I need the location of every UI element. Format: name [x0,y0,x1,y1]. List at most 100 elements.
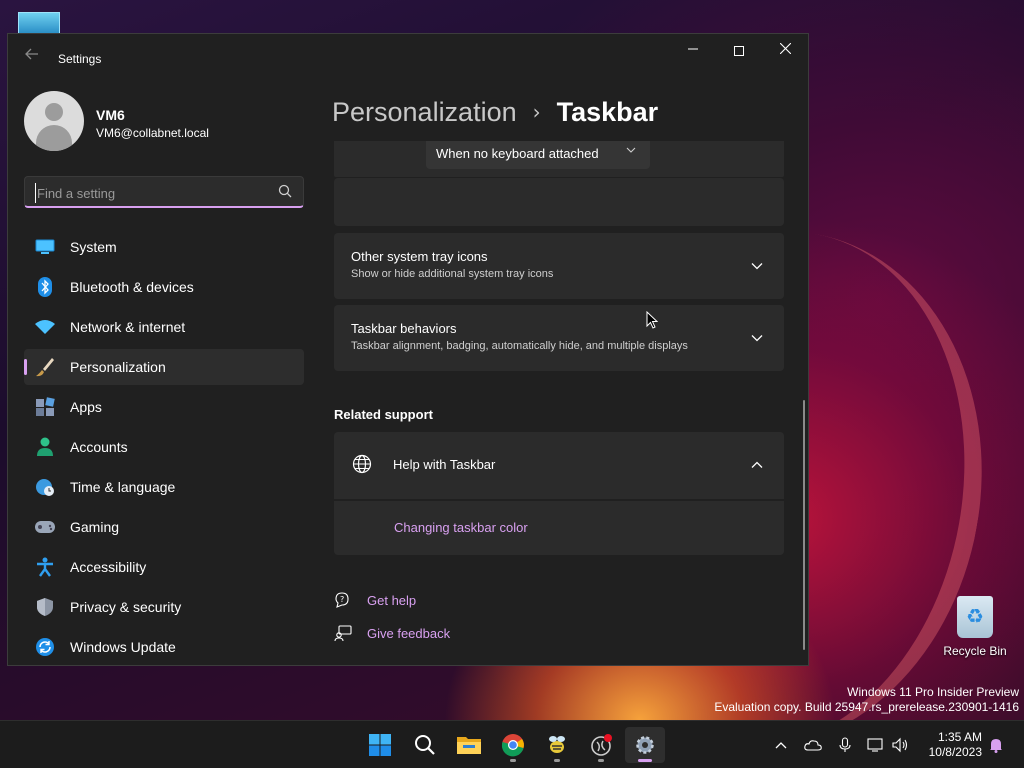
folder-icon [457,737,481,754]
taskbar-behaviors-card[interactable]: Taskbar behaviors Taskbar alignment, bad… [334,305,784,371]
sidebar-item-label: Gaming [70,519,120,535]
shield-icon [34,596,56,618]
search-icon [415,735,435,755]
maximize-icon [734,45,744,56]
taskbar-file-explorer[interactable] [449,727,489,763]
help-title: Help with Taskbar [393,457,496,472]
accessibility-icon [34,556,56,578]
sidebar-item-bluetooth[interactable]: Bluetooth & devices [24,269,304,305]
title-bar[interactable]: Settings [8,34,808,74]
network-icon [867,738,883,752]
other-tray-icons-card[interactable]: Other system tray icons Show or hide add… [334,233,784,299]
chevron-up-icon [775,742,787,749]
network-tray[interactable] [866,735,886,755]
speaker-icon [892,737,908,753]
keyboard-setting-card: When no keyboard attached [334,141,784,177]
microphone-tray[interactable] [835,735,855,755]
chevron-down-icon[interactable] [750,331,764,345]
brush-icon [34,356,56,378]
sidebar-item-label: Bluetooth & devices [70,279,194,295]
recycle-bin-icon[interactable] [957,596,993,638]
profile-name: VM6 [96,107,125,123]
sidebar-item-label: Windows Update [70,639,176,655]
taskbar-start-button[interactable] [360,727,400,763]
get-help-icon: ? [335,592,349,608]
keyboard-attached-dropdown[interactable]: When no keyboard attached [426,141,650,169]
back-button[interactable] [22,48,42,64]
search-icon[interactable] [277,183,293,199]
feedback-icon [334,625,352,642]
taskbar-app-circle[interactable] [581,727,621,763]
maximize-button[interactable] [716,34,762,68]
sidebar-item-gaming[interactable]: Gaming [24,509,304,545]
gear-icon [636,736,654,754]
taskbar-chrome[interactable] [493,727,533,763]
get-help-link[interactable]: ? Get help [334,589,416,611]
minimize-button[interactable] [670,34,716,68]
show-hidden-icons-button[interactable] [771,735,791,755]
chrome-icon [501,734,524,757]
changing-taskbar-color-link[interactable]: Changing taskbar color [394,520,528,535]
breadcrumb-parent[interactable]: Personalization [332,97,517,128]
settings-content: When no keyboard attached Other system t… [334,141,784,665]
dropdown-value: When no keyboard attached [436,145,599,161]
chevron-down-icon[interactable] [750,259,764,273]
bell-icon [990,739,1002,753]
close-icon [779,42,791,55]
close-button[interactable] [762,34,808,68]
update-icon [34,636,56,658]
sidebar-item-label: System [70,239,117,255]
sidebar-item-label: Personalization [70,359,166,375]
sidebar-item-accessibility[interactable]: Accessibility [24,549,304,585]
give-feedback-link[interactable]: Give feedback [334,622,450,644]
card-description: Show or hide additional system tray icon… [351,268,554,280]
breadcrumb: Personalization › Taskbar [332,92,658,132]
sidebar-item-label: Privacy & security [70,599,182,615]
sidebar-item-apps[interactable]: Apps [24,389,304,425]
card-description: Taskbar alignment, badging, automaticall… [351,340,688,352]
search-box[interactable] [24,176,304,208]
volume-tray[interactable] [891,735,911,755]
avatar[interactable] [24,91,84,151]
sidebar-item-time-language[interactable]: Time & language [24,469,304,505]
taskbar-search-button[interactable] [405,727,445,763]
watermark-build: Evaluation copy. Build 25947.rs_prerelea… [714,700,1019,714]
clock-time: 1:35 AM [937,730,982,744]
profile-email: VM6@collabnet.local [96,126,209,140]
watermark-edition: Windows 11 Pro Insider Preview [847,685,1019,699]
desktop-shortcut-icon[interactable] [18,12,60,34]
onedrive-tray[interactable] [803,735,823,755]
sidebar-item-label: Accounts [70,439,128,455]
content-scrollbar[interactable] [803,400,805,650]
recycle-bin[interactable]: Recycle Bin [940,596,1010,658]
person-icon [34,436,56,458]
evaluation-watermark: Windows 11 Pro Insider Preview Evaluatio… [714,685,1019,715]
mouse-cursor-icon [646,311,658,329]
globe-clock-icon [34,476,56,498]
card-title: Taskbar behaviors [351,321,457,336]
taskbar-clock[interactable]: 1:35 AM 10/8/2023 [918,730,982,760]
microphone-icon [839,737,851,752]
notifications-button[interactable] [986,735,1006,755]
settings-window: Settings VM6 VM6@collabnet.local System [7,33,809,666]
sidebar-item-label: Network & internet [70,319,186,335]
breadcrumb-separator: › [532,100,541,124]
help-with-taskbar-card[interactable]: Help with Taskbar [334,432,784,499]
taskbar-app-bee[interactable] [537,727,577,763]
search-input[interactable] [35,183,265,203]
sidebar-item-windows-update[interactable]: Windows Update [24,629,304,665]
chevron-up-icon[interactable] [750,458,764,472]
sidebar-nav: System Bluetooth & devices Network & int… [24,229,304,665]
sidebar-item-network[interactable]: Network & internet [24,309,304,345]
wifi-icon [34,316,56,338]
sidebar-item-system[interactable]: System [24,229,304,265]
chevron-down-icon [626,147,636,153]
sidebar-item-accounts[interactable]: Accounts [24,429,304,465]
bee-app-icon [549,736,565,753]
sidebar-item-personalization[interactable]: Personalization [24,349,304,385]
taskbar-settings[interactable] [625,727,665,763]
sidebar-item-privacy[interactable]: Privacy & security [24,589,304,625]
recycle-bin-label: Recycle Bin [943,644,1007,658]
empty-setting-card [334,178,784,226]
page-title: Taskbar [556,96,659,127]
